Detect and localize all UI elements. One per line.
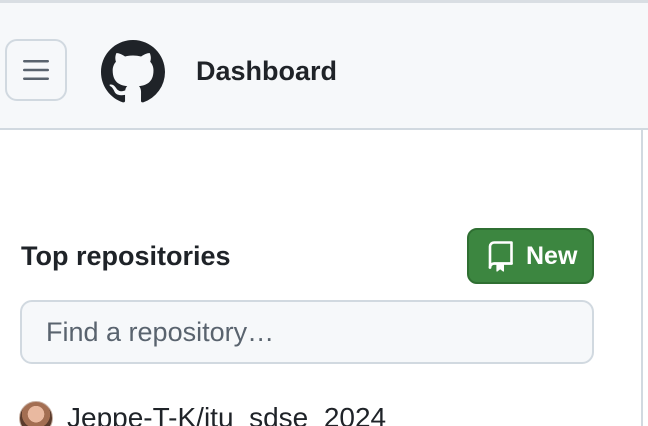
github-logo-icon[interactable] xyxy=(101,40,165,104)
repo-link[interactable]: Jeppe-T-K/itu_sdse_2024 xyxy=(67,401,386,426)
header-bar: Dashboard xyxy=(0,0,648,130)
find-repository-input[interactable] xyxy=(20,300,594,364)
menu-button[interactable] xyxy=(5,39,67,101)
hamburger-icon xyxy=(23,60,49,80)
repo-list-item[interactable]: Jeppe-T-K/itu_sdse_2024 xyxy=(19,398,619,426)
new-repository-button[interactable]: New xyxy=(467,228,594,284)
top-repositories-heading: Top repositories xyxy=(21,241,231,271)
column-divider xyxy=(641,130,643,426)
repo-icon xyxy=(487,240,515,272)
github-dashboard-page: Dashboard Top repositories New Jeppe-T-K… xyxy=(0,0,648,426)
avatar xyxy=(19,401,53,426)
new-button-label: New xyxy=(526,242,578,270)
page-title[interactable]: Dashboard xyxy=(196,54,337,88)
